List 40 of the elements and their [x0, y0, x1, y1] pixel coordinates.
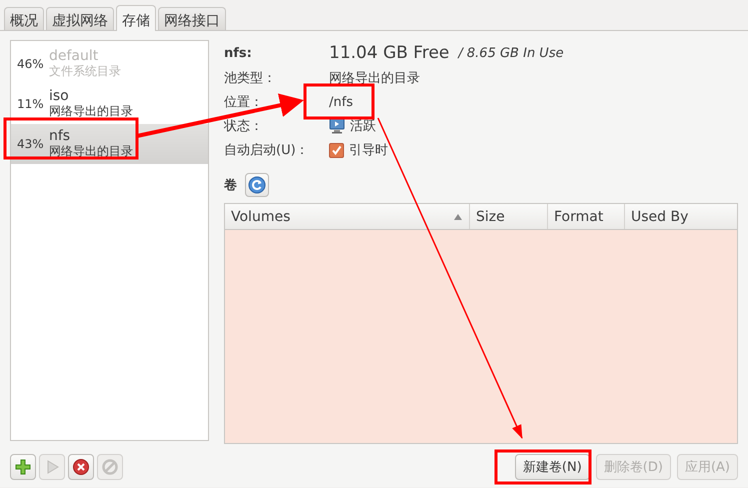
- free-space: 11.04 GB Free: [329, 43, 450, 63]
- monitor-icon: [329, 118, 345, 134]
- column-header[interactable]: Size: [470, 204, 548, 229]
- used-space: / 8.65 GB In Use: [458, 46, 564, 60]
- delete-pool-button[interactable]: [68, 454, 94, 480]
- field-label: 自动启动(U)：: [224, 142, 310, 159]
- usage-percent: 11%: [17, 97, 43, 111]
- column-header[interactable]: Format: [548, 204, 625, 229]
- field-value: 活跃: [350, 118, 376, 135]
- pool-name: default: [49, 49, 100, 64]
- tab[interactable]: 虚拟网络: [46, 7, 114, 30]
- tab[interactable]: 网络接口: [158, 7, 226, 30]
- volumes-label: 卷: [224, 177, 237, 194]
- pool-type: 网络导出的目录: [49, 104, 133, 119]
- tab[interactable]: 存储: [116, 5, 156, 31]
- pool-type: 网络导出的目录: [49, 144, 133, 159]
- column-header[interactable]: Volumes: [225, 204, 470, 229]
- volume-button[interactable]: 新建卷(N): [514, 454, 590, 480]
- usage-percent: 46%: [17, 57, 43, 71]
- usage-percent: 43%: [17, 137, 43, 151]
- tab[interactable]: 概况: [4, 7, 44, 30]
- field-label: 状态：: [224, 118, 264, 135]
- delete-icon: [72, 458, 90, 476]
- column-header[interactable]: Used By: [625, 204, 737, 229]
- pool-type: 文件系统目录: [49, 64, 121, 79]
- add-pool-button[interactable]: [10, 454, 36, 480]
- field-value: /nfs: [329, 94, 353, 110]
- field-label: 位置：: [224, 94, 264, 111]
- add-icon: [14, 458, 32, 476]
- pool-name: iso: [49, 89, 70, 104]
- field-label: 池类型：: [224, 70, 277, 87]
- highlight-box: [304, 84, 374, 120]
- pool-name: nfs: [49, 129, 72, 144]
- pool-title: nfs:: [224, 46, 253, 60]
- stop-icon: [101, 458, 119, 476]
- refresh-button[interactable]: [245, 173, 269, 197]
- field-value: 网络导出的目录: [329, 70, 420, 87]
- refresh-icon: [248, 176, 266, 194]
- autostart-checkbox[interactable]: [329, 142, 344, 158]
- checkbox-label: 引导时: [349, 142, 388, 159]
